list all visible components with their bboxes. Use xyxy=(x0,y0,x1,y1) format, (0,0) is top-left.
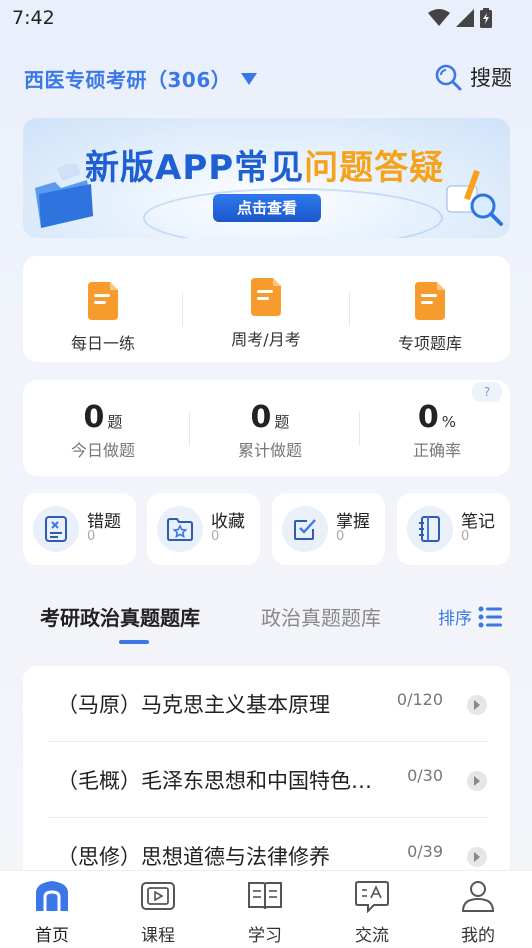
stat-label: 今日做题 xyxy=(70,441,135,460)
chapter-list: （马原）马克思主义基本原理 0/120 （毛概）毛泽东思想和中国特色社会主义理论… xyxy=(23,666,510,876)
chevron-right-icon xyxy=(467,847,487,867)
banner-title-part1: 新版APP常见 xyxy=(85,148,305,188)
weekly-monthly-exam-button[interactable]: 周考/月考 xyxy=(186,278,346,350)
chapter-progress: 0/39 xyxy=(407,842,443,861)
document-icon xyxy=(251,278,281,316)
document-icon xyxy=(415,282,445,320)
search-icon xyxy=(435,64,462,91)
quick-count: 0 xyxy=(211,529,220,544)
list-item[interactable]: （马原）马克思主义基本原理 0/120 xyxy=(47,666,487,742)
profile-icon xyxy=(461,881,495,912)
tab-kaoyan-politics[interactable]: 考研政治真题题库 xyxy=(40,602,200,631)
book-icon xyxy=(248,882,282,910)
daily-practice-button[interactable]: 每日一练 xyxy=(23,282,183,354)
chevron-right-icon xyxy=(467,771,487,791)
nav-courses[interactable]: 课程 xyxy=(118,879,198,946)
wifi-icon xyxy=(428,9,450,26)
exam-name: 西医专硕考研（306） xyxy=(24,68,232,92)
stat-today: 0题 今日做题 xyxy=(23,400,183,461)
magnifier-pencil-icon xyxy=(446,169,503,226)
stat-total: 0题 累计做题 xyxy=(190,400,350,461)
top-header: 西医专硕考研（306） 搜题 xyxy=(0,60,532,100)
chapter-progress: 0/120 xyxy=(396,690,443,709)
battery-icon xyxy=(480,8,492,28)
stat-unit: % xyxy=(441,413,457,431)
bank-tabs: 考研政治真题题库 政治真题题库 排序 xyxy=(0,596,532,646)
practice-label: 每日一练 xyxy=(70,334,135,353)
quick-count: 0 xyxy=(336,529,345,544)
sort-button[interactable]: 排序 xyxy=(438,604,502,629)
sort-list-icon xyxy=(478,606,502,627)
bottom-navigation: 首页 课程 学习 交流 我的 xyxy=(0,870,532,948)
stat-unit: 题 xyxy=(107,413,123,431)
tab-indicator xyxy=(119,640,149,644)
stat-unit: 题 xyxy=(274,413,290,431)
signal-icon xyxy=(456,9,474,27)
practice-card: 每日一练 周考/月考 专项题库 xyxy=(23,256,510,362)
faq-banner[interactable]: 新版APP常见问题答疑 点击查看 xyxy=(23,118,510,238)
stat-value: 0 xyxy=(250,400,272,435)
stat-label: 累计做题 xyxy=(237,441,302,460)
nav-profile[interactable]: 我的 xyxy=(438,879,518,946)
nav-label: 首页 xyxy=(35,926,69,946)
banner-title: 新版APP常见问题答疑 xyxy=(85,140,444,189)
sort-label: 排序 xyxy=(438,609,472,629)
chapter-progress: 0/30 xyxy=(407,766,443,785)
quick-count: 0 xyxy=(461,529,470,544)
nav-label: 学习 xyxy=(248,926,282,946)
quick-count: 0 xyxy=(87,529,96,544)
caret-down-icon xyxy=(241,72,258,85)
stat-value: 0 xyxy=(83,400,105,435)
course-video-icon xyxy=(141,882,175,910)
stat-label: 正确率 xyxy=(412,441,461,460)
nav-label: 课程 xyxy=(141,926,175,946)
home-icon xyxy=(36,881,68,911)
wrong-answer-icon xyxy=(33,506,79,552)
status-icons xyxy=(428,8,492,28)
search-button[interactable]: 搜题 xyxy=(434,62,512,92)
stat-value: 0 xyxy=(417,400,439,435)
list-item[interactable]: （思修）思想道德与法律修养 0/39 xyxy=(47,818,487,876)
status-time: 7:42 xyxy=(12,7,55,29)
chevron-right-icon xyxy=(467,695,487,715)
wrong-answers-button[interactable]: 错题 0 xyxy=(23,493,136,565)
banner-title-part2: 问题答疑 xyxy=(304,148,445,188)
search-label: 搜题 xyxy=(470,66,512,90)
nav-label: 我的 xyxy=(461,926,495,946)
exam-selector[interactable]: 西医专硕考研（306） xyxy=(24,64,258,93)
mastered-button[interactable]: 掌握 0 xyxy=(272,493,385,565)
nav-study[interactable]: 学习 xyxy=(225,879,305,946)
banner-view-button[interactable]: 点击查看 xyxy=(213,194,321,222)
practice-label: 专项题库 xyxy=(397,334,462,353)
nav-home[interactable]: 首页 xyxy=(12,879,92,946)
document-icon xyxy=(88,282,118,320)
divider xyxy=(182,292,183,326)
star-folder-icon xyxy=(157,506,203,552)
list-item[interactable]: （毛概）毛泽东思想和中国特色社会主义理论体系概论 0/30 xyxy=(47,742,487,818)
stats-card: ? 0题 今日做题 0题 累计做题 0% 正确率 xyxy=(23,380,510,476)
status-bar: 7:42 xyxy=(0,0,532,36)
nav-label: 交流 xyxy=(355,926,389,946)
chapter-title: （毛概）毛泽东思想和中国特色社会主义理论体系概论 xyxy=(57,769,377,793)
help-button[interactable]: ? xyxy=(472,382,502,402)
chapter-title: （马原）马克思主义基本原理 xyxy=(57,693,330,717)
chat-icon xyxy=(355,881,389,914)
practice-label: 周考/月考 xyxy=(231,330,301,349)
favorites-button[interactable]: 收藏 0 xyxy=(147,493,260,565)
tab-politics[interactable]: 政治真题题库 xyxy=(261,602,381,631)
checkbox-icon xyxy=(282,506,328,552)
chapter-title: （思修）思想道德与法律修养 xyxy=(57,845,330,869)
notes-button[interactable]: 笔记 0 xyxy=(397,493,510,565)
nav-community[interactable]: 交流 xyxy=(332,879,412,946)
special-bank-button[interactable]: 专项题库 xyxy=(350,282,510,354)
notebook-icon xyxy=(407,506,453,552)
stat-accuracy: 0% 正确率 xyxy=(357,400,517,461)
